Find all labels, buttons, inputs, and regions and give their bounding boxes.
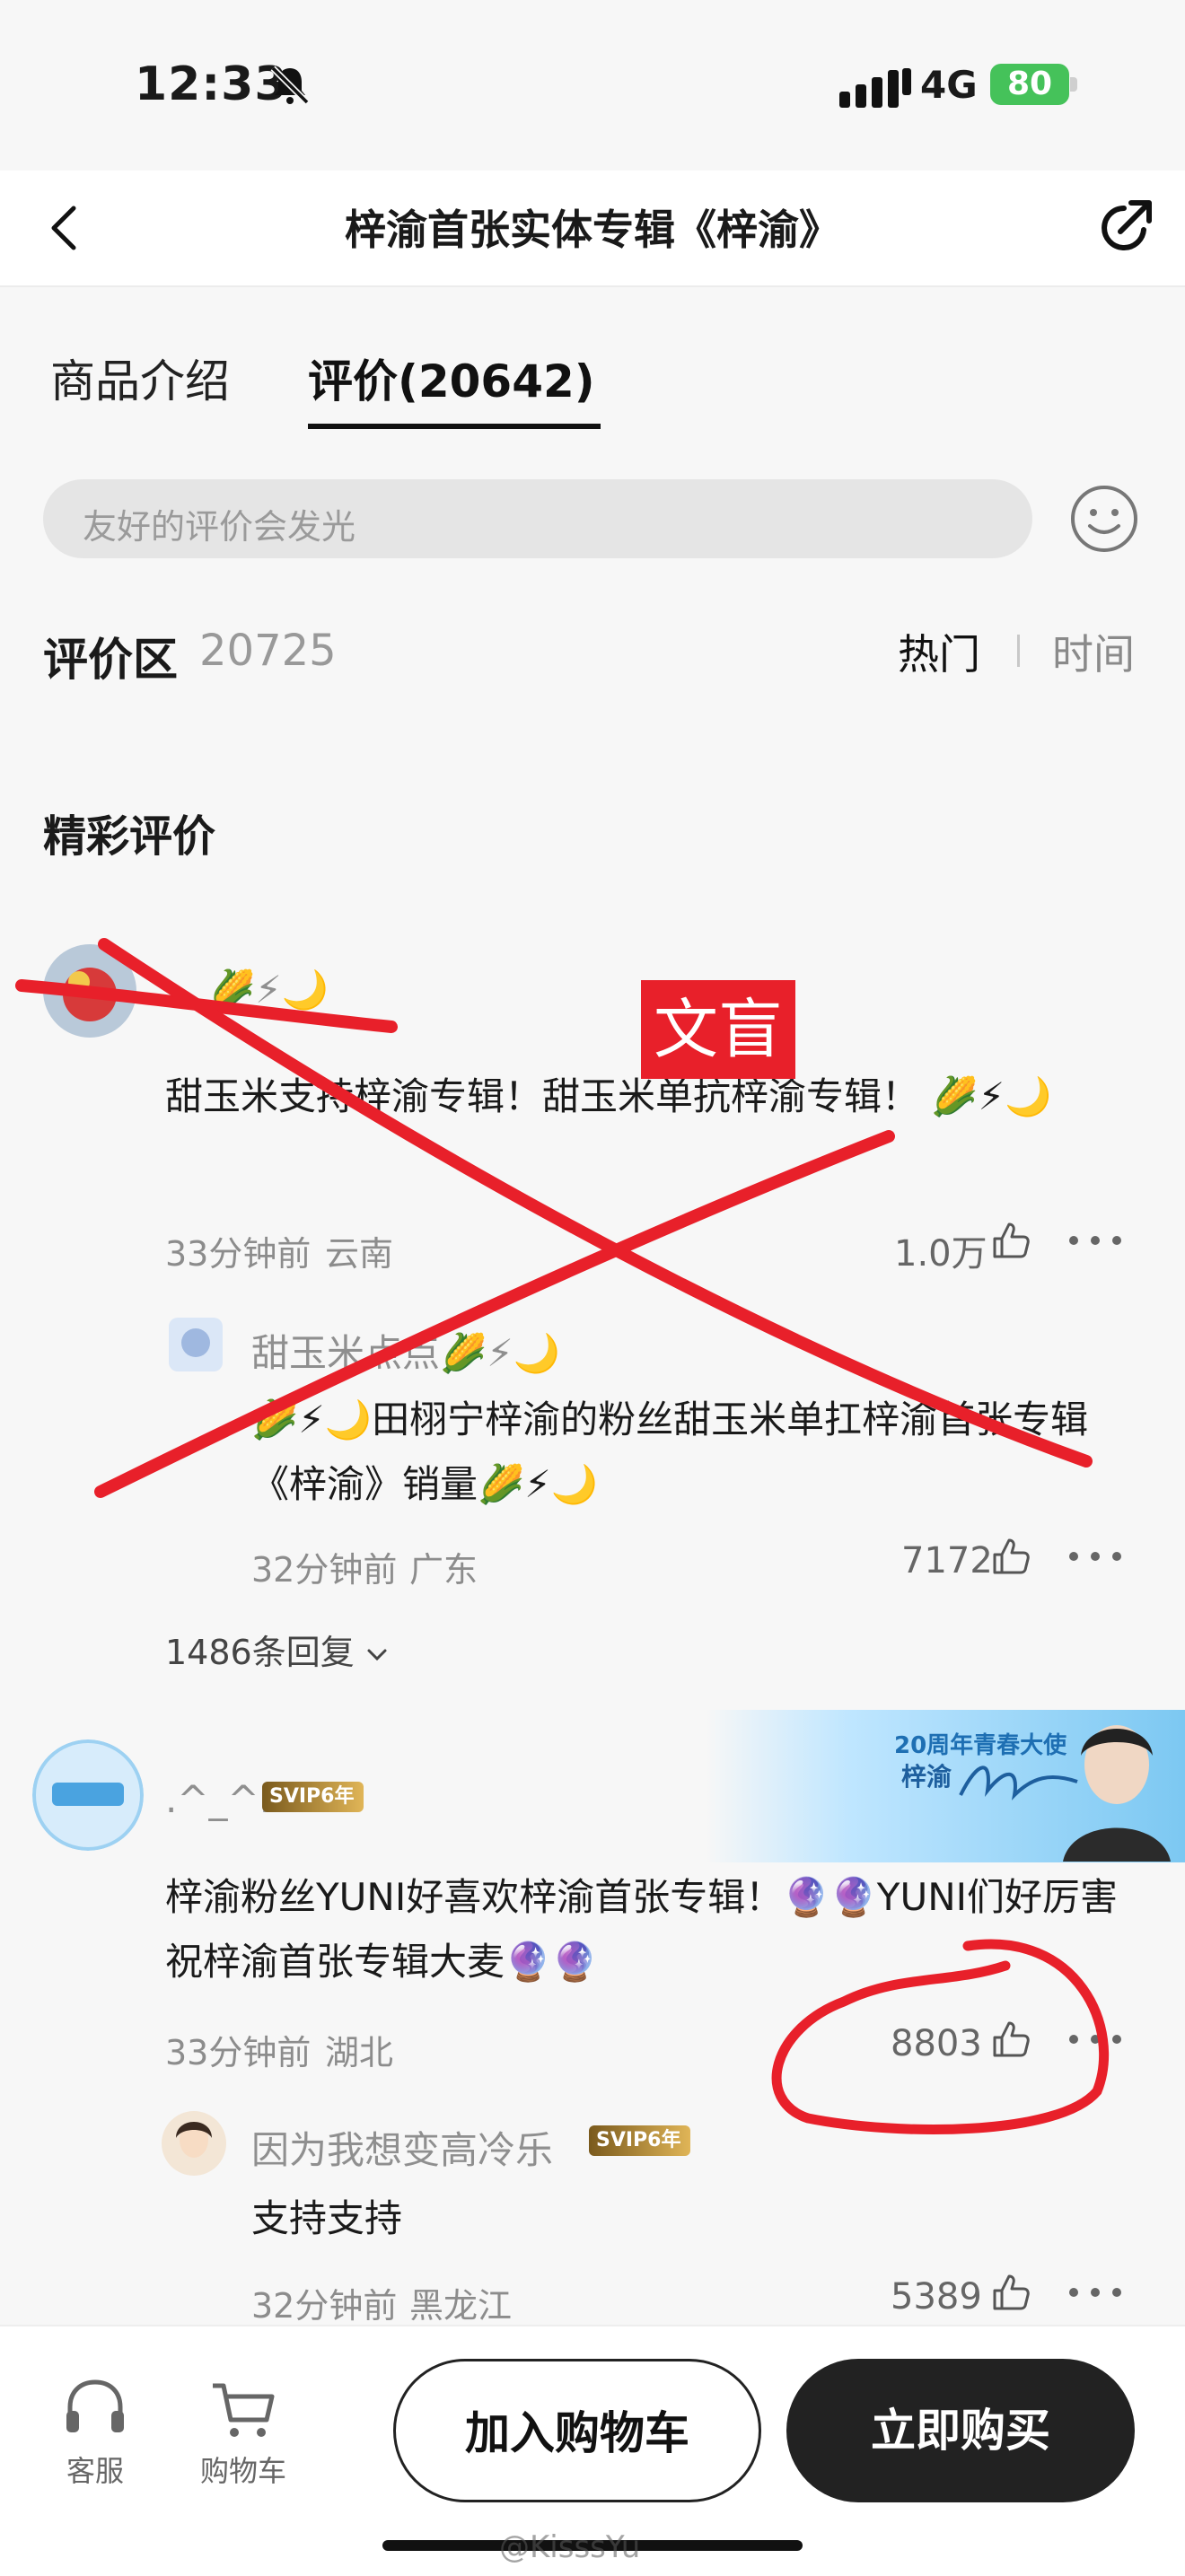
headset-icon (66, 2379, 124, 2432)
comment-author[interactable]: 🌽⚡🌙 (208, 968, 329, 1012)
buy-now-button[interactable]: 立即购买 (786, 2359, 1135, 2502)
annotation-stamp: 文盲 (641, 980, 795, 1079)
vip-badge: SVIP6年 (262, 1782, 364, 1812)
status-bar: 12:33 4G 80 (0, 0, 1185, 171)
cart-button[interactable]: 购物车 (194, 2373, 293, 2490)
view-replies-link[interactable]: 1486条回复 (165, 1625, 389, 1674)
reply-time: 32分钟前 (251, 1550, 398, 1590)
more-options-icon[interactable] (1068, 2287, 1122, 2298)
comment-location: 湖北 (325, 2033, 394, 2072)
customer-service-button[interactable]: 客服 (50, 2373, 140, 2490)
vip-badge: SVIP6年 (589, 2125, 690, 2156)
comment-time: 33分钟前 (165, 2033, 312, 2072)
reply-text: 🌽⚡🌙田栩宁梓渝的粉丝甜玉米单扛梓渝首张专辑《梓渝》销量🌽⚡🌙 (251, 1398, 1089, 1506)
signal-icon (839, 68, 911, 108)
reply-avatar[interactable] (162, 2111, 226, 2176)
watermark: @KisssYu (499, 2529, 641, 2565)
ambassador-portrait (1063, 1725, 1171, 1862)
back-arrow-icon[interactable] (43, 201, 88, 255)
mute-bell-icon (270, 66, 310, 105)
like-count: 8803 (891, 2023, 982, 2064)
featured-reviews-heading: 精彩评价 (43, 811, 216, 862)
sort-hot-button[interactable]: 热门 (898, 622, 980, 681)
promo-banner-line2: 梓渝 (901, 1762, 952, 1792)
tab-reviews[interactable]: 评价(20642) (308, 346, 595, 410)
review-section-title: 评价区 (43, 634, 178, 686)
comment-text: 梓渝粉丝YUNI好喜欢梓渝首张专辑！🔮🔮YUNI们好厉害祝梓渝首张专辑大麦🔮🔮 (165, 1875, 1118, 1984)
more-options-icon[interactable] (1068, 2034, 1122, 2045)
battery-indicator: 80 (990, 64, 1069, 105)
comment-input-placeholder: 友好的评价会发光 (83, 507, 356, 547)
reply-author[interactable]: 因为我想变高冷乐 (251, 2120, 553, 2175)
like-count: 1.0万 (894, 1233, 988, 1275)
active-tab-underline (308, 424, 601, 429)
comment-author[interactable]: .^_^. (165, 1777, 271, 1821)
share-icon[interactable] (1093, 196, 1156, 258)
reply-location: 广东 (409, 1550, 478, 1590)
thumbs-up-icon[interactable] (991, 1221, 1031, 1260)
battery-cap (1070, 77, 1077, 92)
nav-bar: 梓渝首张实体专辑《梓渝》 (0, 171, 1185, 287)
customer-service-label: 客服 (66, 2454, 124, 2488)
thumbs-up-icon[interactable] (991, 2020, 1031, 2059)
thumbs-up-icon[interactable] (991, 2273, 1031, 2312)
avatar[interactable] (32, 1739, 144, 1851)
page-title: 梓渝首张实体专辑《梓渝》 (345, 206, 840, 254)
reply-like-count: 7172 (901, 1540, 993, 1582)
reply-time: 32分钟前 (251, 2286, 398, 2326)
chevron-down-icon (367, 1649, 387, 1660)
comment-time: 33分钟前 (165, 1234, 312, 1274)
sort-time-button[interactable]: 时间 (1052, 622, 1135, 681)
reply-author[interactable]: 甜玉米点点🌽⚡🌙 (251, 1323, 560, 1378)
reply-avatar[interactable] (169, 1318, 223, 1371)
comment-input[interactable]: 友好的评价会发光 (43, 479, 1032, 558)
more-options-icon[interactable] (1068, 1235, 1122, 1246)
add-to-cart-button[interactable]: 加入购物车 (393, 2359, 761, 2502)
replies-count: 1486条回复 (165, 1633, 355, 1672)
more-options-icon[interactable] (1068, 1551, 1122, 1562)
tab-product-intro[interactable]: 商品介绍 (50, 346, 230, 410)
sort-divider (1017, 635, 1020, 667)
status-time: 12:33 (135, 57, 288, 111)
cart-label: 购物车 (199, 2454, 286, 2488)
shopping-cart-icon (213, 2383, 275, 2437)
comment-location: 云南 (325, 1234, 394, 1274)
avatar[interactable] (43, 944, 136, 1038)
review-section-count: 20725 (199, 626, 337, 676)
thumbs-up-icon[interactable] (991, 1537, 1031, 1576)
reply-text: 支持支持 (251, 2196, 403, 2240)
network-type: 4G (920, 63, 978, 107)
reply-like-count: 5389 (891, 2276, 982, 2318)
annotation-cross-line (98, 938, 1093, 1468)
reply-location: 黑龙江 (409, 2286, 513, 2326)
emoji-icon[interactable] (1068, 483, 1140, 555)
